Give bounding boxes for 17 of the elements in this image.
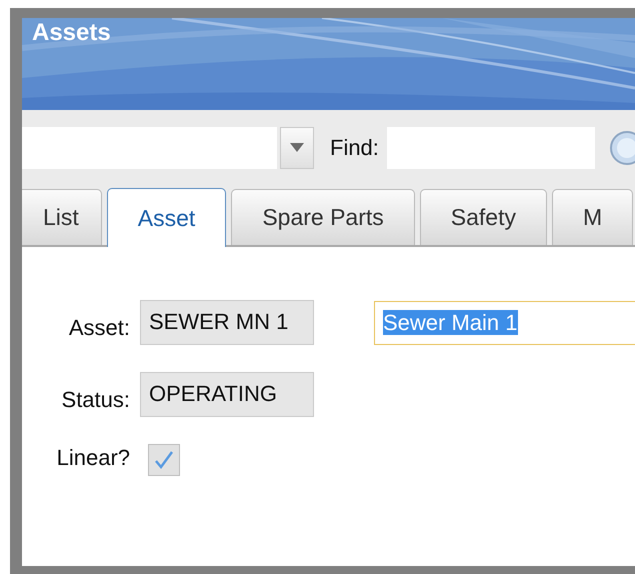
dropdown-button[interactable] — [280, 126, 314, 168]
check-icon — [153, 449, 175, 471]
tab[interactable]: Safety — [420, 189, 547, 245]
tab[interactable]: Asset — [106, 188, 226, 247]
text-field[interactable]: SEWER MN 1 — [140, 300, 314, 345]
tab[interactable]: Spare Parts — [231, 189, 415, 245]
caret-icon — [290, 143, 304, 152]
field-label: Asset: — [68, 314, 130, 340]
tab[interactable]: List — [22, 189, 102, 245]
field-label: Linear? — [56, 445, 130, 471]
query-field[interactable] — [22, 126, 277, 168]
checkbox[interactable] — [148, 444, 180, 476]
app-title: Assets — [32, 19, 111, 47]
find-label: Find: — [330, 134, 379, 160]
field-label: Status: — [60, 386, 130, 412]
text-field[interactable]: OPERATING — [140, 372, 314, 417]
tab[interactable]: M — [552, 189, 634, 245]
